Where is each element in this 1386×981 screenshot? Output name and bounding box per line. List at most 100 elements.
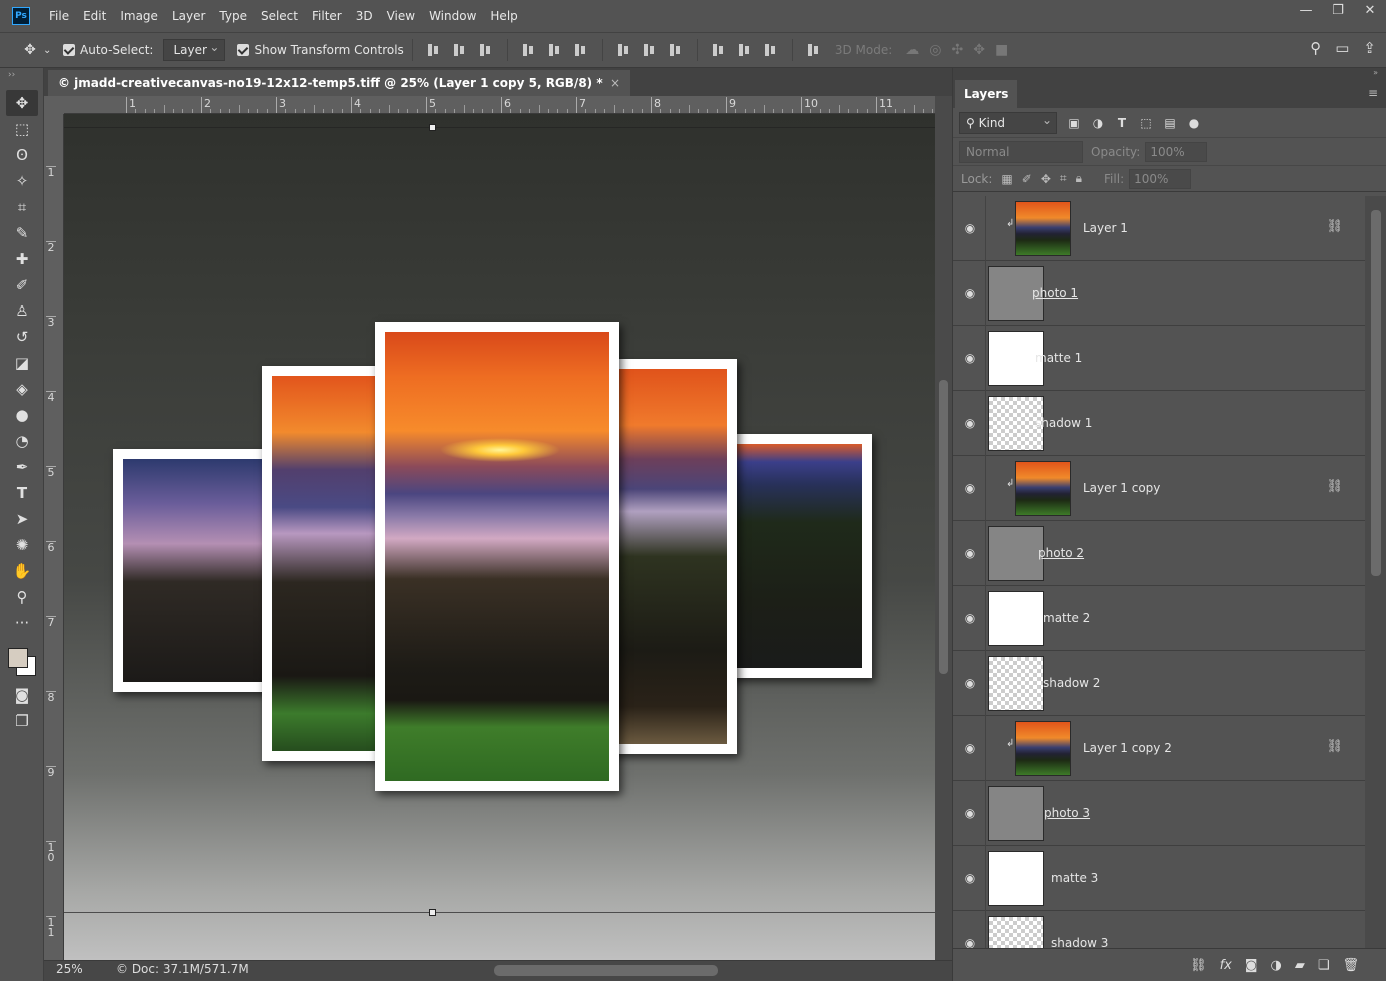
layer-name[interactable]: Layer 1 copy 2 [1083,741,1172,755]
horizontal-scrollbar-thumb[interactable] [494,965,718,976]
layer-name[interactable]: matte 3 [1051,871,1098,885]
layer-name[interactable]: photo 1 [1032,286,1078,300]
visibility-eye-icon[interactable]: ◉ [963,546,977,560]
layer-thumbnail[interactable] [1015,201,1071,256]
visibility-eye-icon[interactable]: ◉ [963,676,977,690]
visibility-eye-icon[interactable]: ◉ [963,806,977,820]
layer-thumbnail[interactable] [988,591,1044,646]
visibility-eye-icon[interactable]: ◉ [963,481,977,495]
add-mask-icon[interactable]: ◙ [1245,958,1258,973]
layer-row[interactable]: ◉ ↲ Layer 1 copy 2 ⛓ [953,716,1365,781]
layer-name[interactable]: Layer 1 [1083,221,1128,235]
blur-tool-icon[interactable]: ● [6,402,38,428]
marquee-tool-icon[interactable]: ⬚ [6,116,38,142]
layer-thumbnail[interactable] [988,786,1044,841]
layer-name[interactable]: Layer 1 copy [1083,481,1160,495]
menu-view[interactable]: View [380,0,422,32]
tab-layers[interactable]: Layers [955,80,1018,108]
dodge-tool-icon[interactable]: ◔ [6,428,38,454]
eraser-tool-icon[interactable]: ◪ [6,350,38,376]
3d-pan-icon[interactable]: ✣ [951,42,963,58]
ruler-origin[interactable] [44,96,64,114]
vertical-ruler[interactable]: 1 2 3 4 5 6 7 8 9 1 0 1 1 [44,114,64,960]
search-icon[interactable]: ⚲ [1310,39,1321,57]
zoom-level[interactable]: 25% [56,962,83,976]
layer-name[interactable]: shadow 2 [1043,676,1100,690]
lock-transparency-icon[interactable]: ▦ [1001,172,1012,186]
layer-name[interactable]: shadow 3 [1051,936,1108,948]
show-transform-checkbox[interactable] [237,44,250,56]
collapse-panel-icon[interactable]: ›› [0,68,43,90]
layers-scrollbar[interactable] [1365,196,1386,948]
distribute-top-icon[interactable] [616,42,632,58]
restore-button[interactable]: ❐ [1322,0,1354,22]
color-swatches[interactable] [4,642,40,682]
magic-wand-tool-icon[interactable]: ✧ [6,168,38,194]
new-group-icon[interactable]: ▰ [1295,958,1305,973]
menu-type[interactable]: Type [212,0,254,32]
layer-thumbnail[interactable] [988,656,1044,711]
layer-name[interactable]: photo 3 [1044,806,1090,820]
type-filter-icon[interactable]: T [1115,116,1129,130]
3d-roll-icon[interactable]: ◎ [929,42,941,58]
link-layers-icon[interactable]: ⛓ [1190,958,1207,973]
lock-pixels-icon[interactable]: ✐ [1022,172,1032,186]
photo-frame-5[interactable] [724,434,872,678]
align-bottom-icon[interactable] [478,42,494,58]
layer-thumbnail[interactable] [1015,721,1071,776]
transform-handle-bottom[interactable] [429,909,436,916]
eyedropper-tool-icon[interactable]: ✎ [6,220,38,246]
foreground-color-swatch[interactable] [8,648,28,668]
layer-row[interactable]: ◉ photo 3 [953,781,1365,846]
hand-tool-icon[interactable]: ✋ [6,558,38,584]
align-hcenter-icon[interactable] [547,42,563,58]
menu-filter[interactable]: Filter [305,0,349,32]
menu-edit[interactable]: Edit [76,0,113,32]
share-icon[interactable]: ⇪ [1363,39,1376,57]
filter-kind-dropdown[interactable]: ⚲ Kind [959,110,1057,134]
move-tool-icon[interactable]: ✥ [6,90,38,116]
visibility-eye-icon[interactable]: ◉ [963,351,977,365]
3d-scale-icon[interactable]: ■ [995,42,1008,58]
workspace-icon[interactable]: ▭ [1335,39,1349,57]
distribute-hcenter-icon[interactable] [737,42,753,58]
paint-bucket-tool-icon[interactable]: ◈ [6,376,38,402]
move-tool-icon[interactable]: ✥ [22,42,38,58]
horizontal-ruler[interactable]: 1 2 3 4 5 6 7 8 9 10 11 [64,96,935,114]
blend-mode-dropdown[interactable]: Normal [959,140,1083,163]
3d-orbit-icon[interactable]: ☁ [905,42,919,58]
panel-menu-icon[interactable]: ≡ [1368,86,1378,100]
healing-brush-tool-icon[interactable]: ✚ [6,246,38,272]
menu-layer[interactable]: Layer [165,0,212,32]
smart-object-filter-icon[interactable]: ▤ [1163,116,1177,130]
menu-window[interactable]: Window [422,0,483,32]
type-tool-icon[interactable]: T [6,480,38,506]
layer-row[interactable]: ◉ photo 1 [953,261,1365,326]
shape-filter-icon[interactable]: ⬚ [1139,116,1153,130]
tool-preset-chevron-icon[interactable]: ⌄ [43,45,51,56]
new-layer-icon[interactable]: ❏ [1318,958,1330,973]
photo-frame-1[interactable] [113,449,275,692]
quick-mask-icon[interactable]: ◙ [6,682,38,708]
visibility-eye-icon[interactable]: ◉ [963,286,977,300]
distribute-bottom-icon[interactable] [668,42,684,58]
path-selection-tool-icon[interactable]: ➤ [6,506,38,532]
distribute-vcenter-icon[interactable] [642,42,658,58]
layer-thumbnail[interactable] [988,916,1044,948]
layer-thumbnail[interactable] [988,851,1044,906]
visibility-eye-icon[interactable]: ◉ [963,416,977,430]
align-right-icon[interactable] [573,42,589,58]
opacity-field[interactable]: 100% [1145,141,1208,162]
more-tools-icon[interactable]: ··· [6,610,38,636]
adjustment-filter-icon[interactable]: ◑ [1091,116,1105,130]
layer-row[interactable]: ◉ photo 2 [953,521,1365,586]
layer-name[interactable]: shadow 1 [1035,416,1092,430]
layer-row[interactable]: ◉ matte 1 [953,326,1365,391]
scrollbar-thumb[interactable] [1371,210,1381,576]
document-info[interactable]: © Doc: 37.1M/571.7M [116,962,249,976]
clone-stamp-tool-icon[interactable]: ♙ [6,298,38,324]
lock-position-icon[interactable]: ✥ [1041,172,1051,186]
layer-row[interactable]: ◉ shadow 3 [953,911,1365,948]
zoom-tool-icon[interactable]: ⚲ [6,584,38,610]
visibility-eye-icon[interactable]: ◉ [963,611,977,625]
